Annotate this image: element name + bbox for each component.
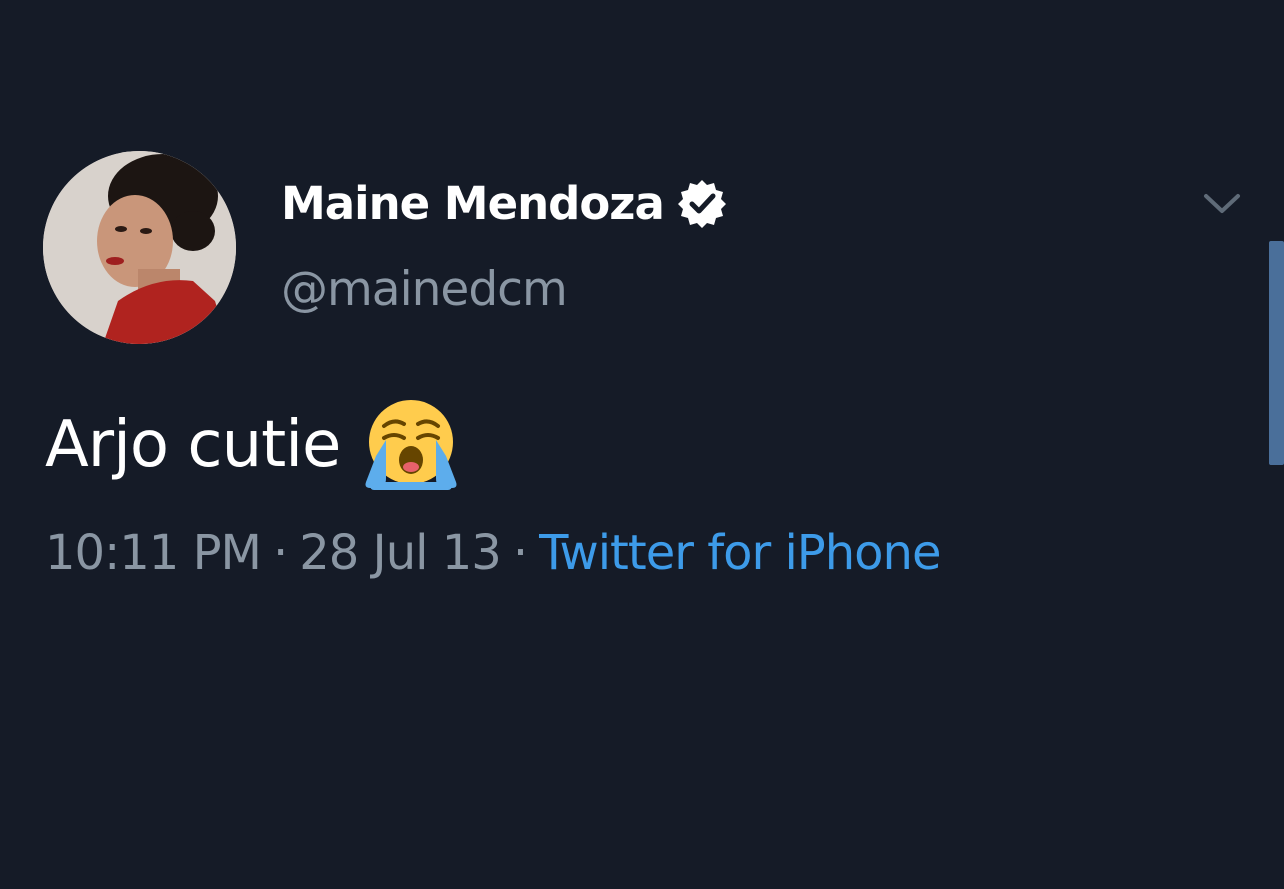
tweet-body: Arjo cutie xyxy=(45,395,460,495)
tweet-source-link[interactable]: Twitter for iPhone xyxy=(539,525,941,581)
avatar[interactable] xyxy=(43,151,236,344)
chevron-down-icon xyxy=(1204,194,1240,213)
scrollbar[interactable] xyxy=(1269,241,1284,465)
verified-badge-icon xyxy=(676,177,728,229)
tweet-time[interactable]: 10:11 PM xyxy=(45,525,262,581)
display-name[interactable]: Maine Mendoza xyxy=(281,177,665,230)
user-handle[interactable]: @mainedcm xyxy=(281,262,568,317)
avatar-photo xyxy=(43,151,236,344)
tweet-text: Arjo cutie xyxy=(45,408,341,482)
author-name-row[interactable]: Maine Mendoza xyxy=(281,170,728,236)
tweet-meta: 10:11 PM · 28 Jul 13 · Twitter for iPhon… xyxy=(45,525,942,581)
tweet-date[interactable]: 28 Jul 13 xyxy=(299,525,502,581)
tweet-detail-screen: Maine Mendoza @mainedcm Arjo cutie 10:11… xyxy=(0,0,1284,889)
separator-dot: · xyxy=(512,525,528,581)
tweet-menu-button[interactable] xyxy=(1196,178,1248,230)
separator-dot: · xyxy=(272,525,288,581)
loudly-crying-face-icon xyxy=(362,396,460,494)
